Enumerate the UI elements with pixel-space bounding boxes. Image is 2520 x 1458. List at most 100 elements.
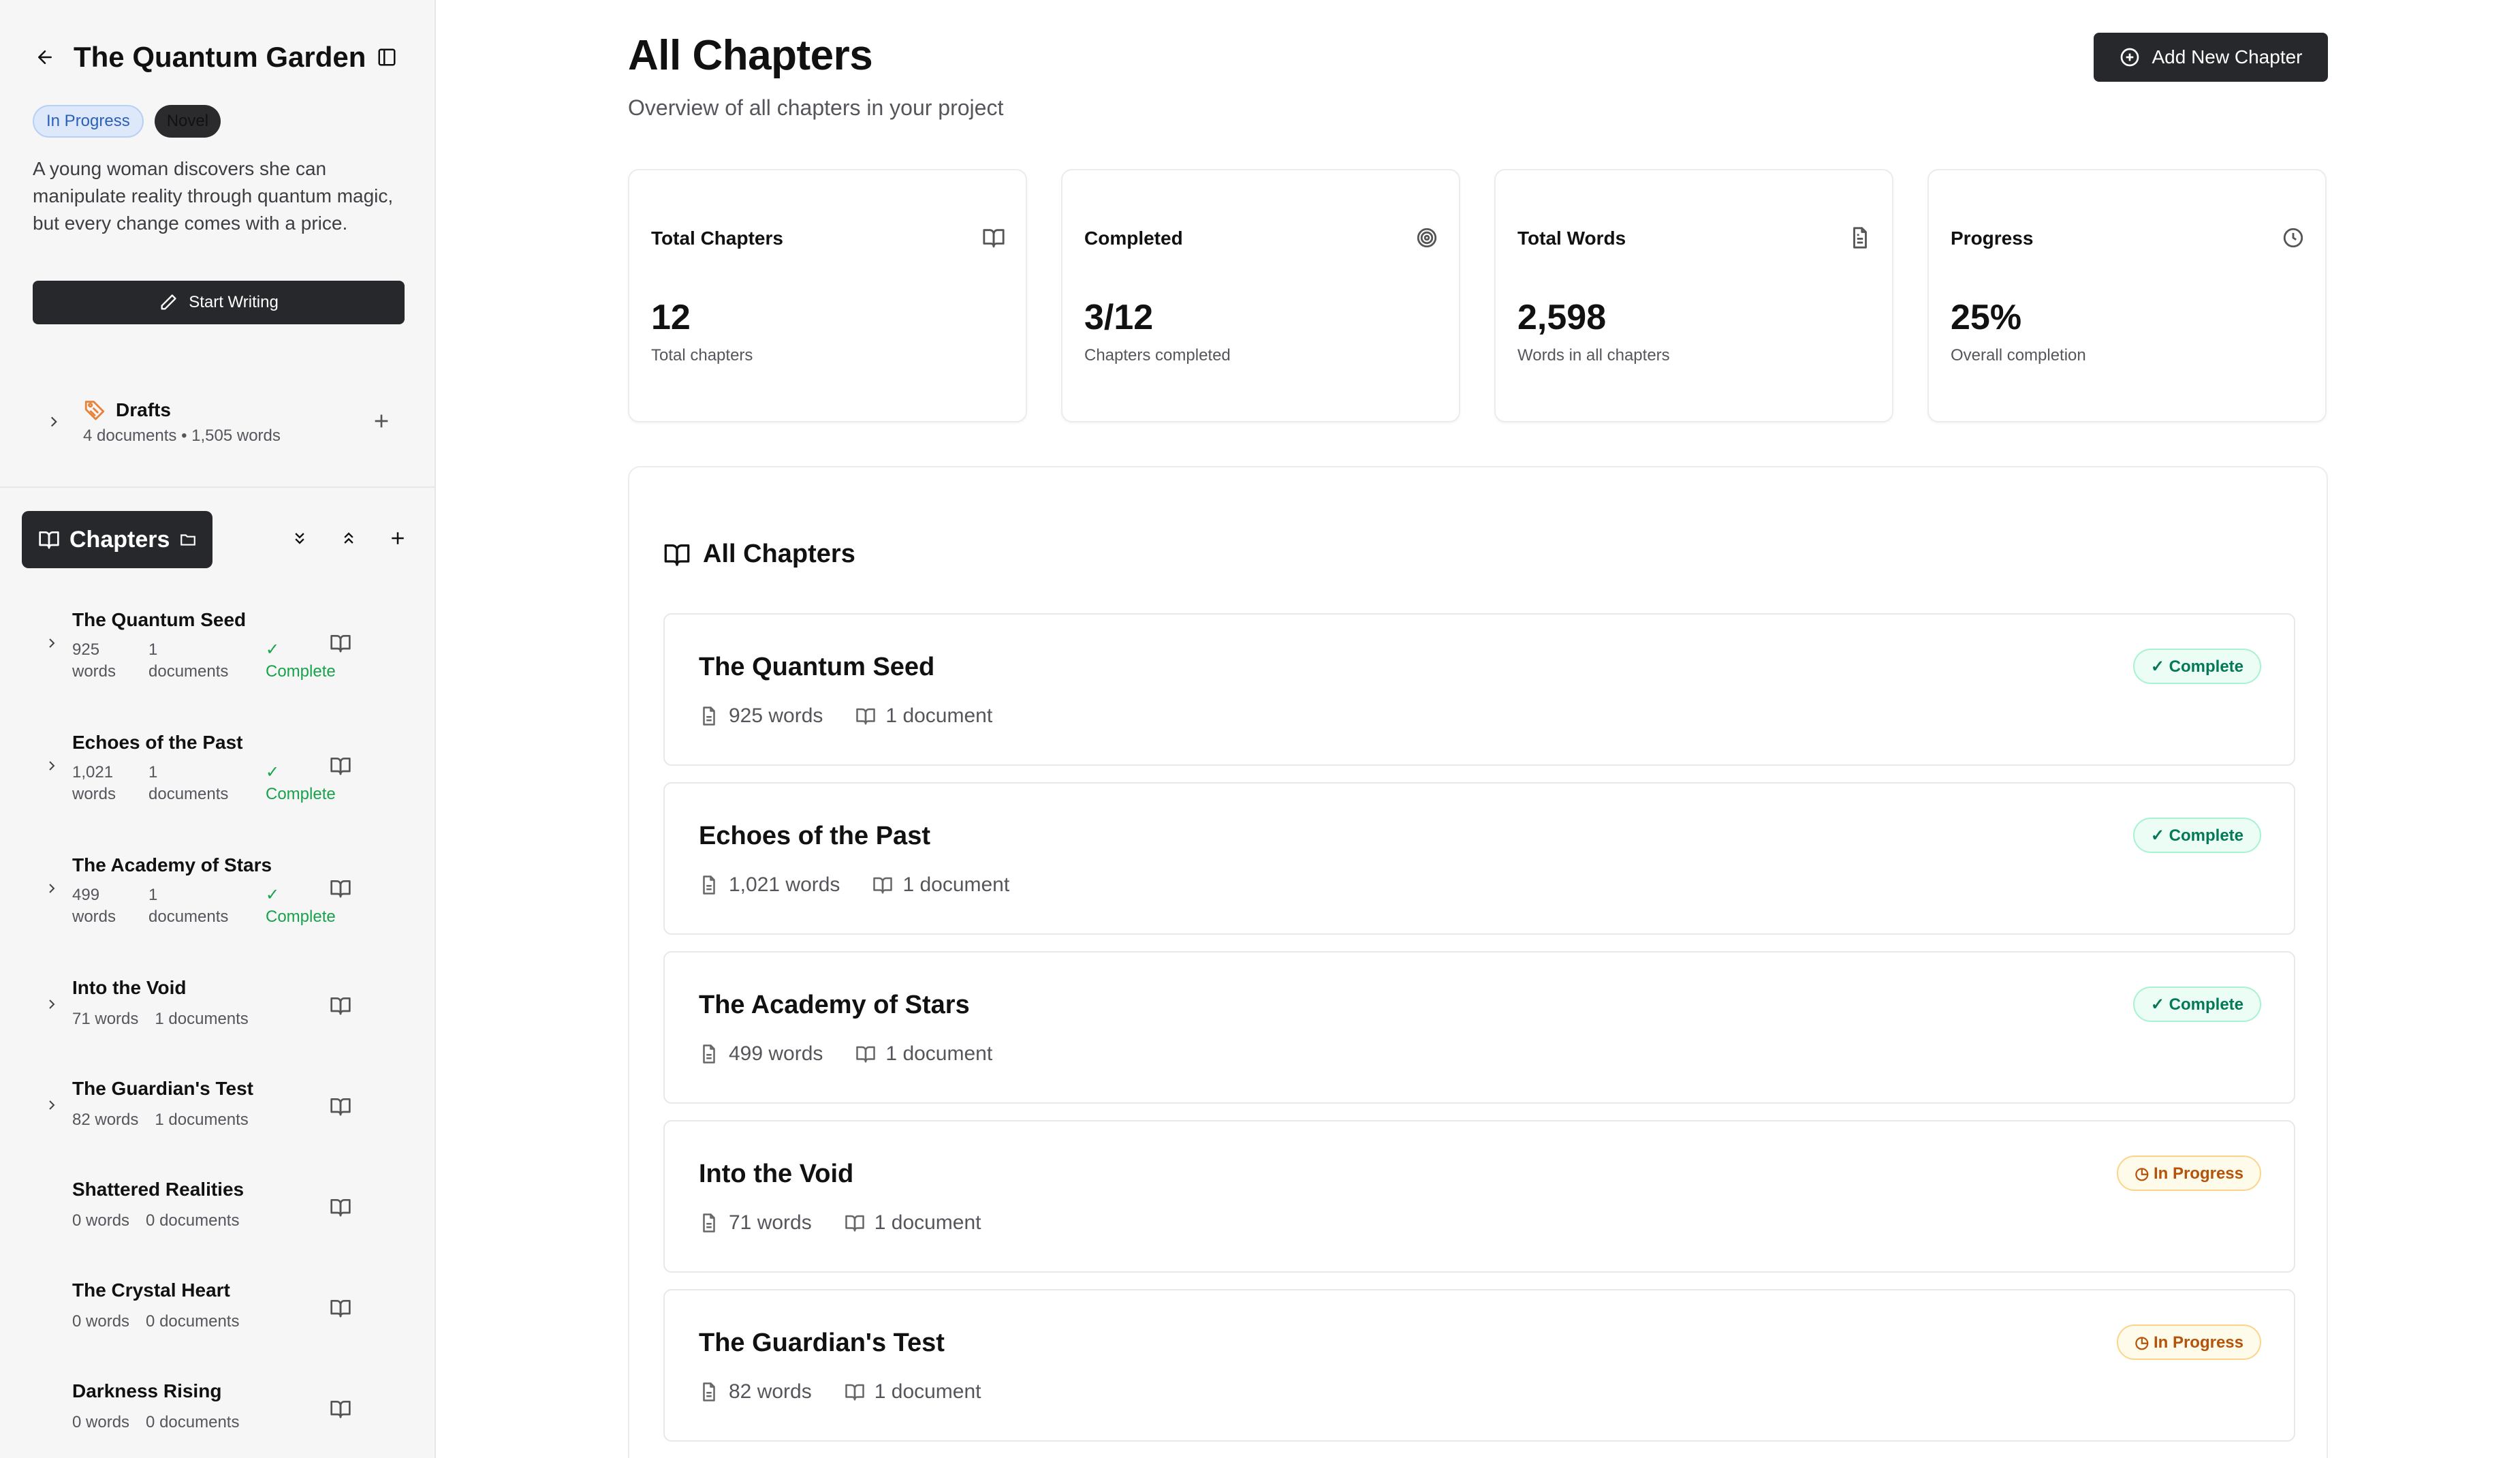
chapter-docs: 0 documents [146, 1312, 240, 1331]
chapter-item[interactable]: Shattered Realities 0 words 0 documents [22, 1157, 415, 1255]
chapters-tab[interactable]: Chapters [22, 511, 212, 568]
word-count: 499 words [699, 1042, 823, 1066]
page-title: All Chapters [628, 32, 873, 79]
sidebar: The Quantum Garden In Progress Novel A y… [0, 0, 436, 1458]
target-icon [1417, 228, 1437, 248]
book-open-icon[interactable] [330, 995, 351, 1017]
chapter-item[interactable]: The Quantum Seed 925 words 1 documents ✓… [22, 587, 415, 707]
status-badge: ✓ Complete [2132, 649, 2261, 684]
chapter-name: Into the Void [72, 977, 187, 998]
chapter-row-title: The Guardian's Test [699, 1329, 945, 1357]
stat-caption: Total chapters [651, 346, 753, 364]
stat-label: Total Words [1517, 228, 1626, 249]
stat-value: 25% [1951, 298, 2022, 337]
chapter-item[interactable]: The Academy of Stars 499 words 1 documen… [22, 833, 415, 952]
chapter-docs: 1 documents [155, 1010, 249, 1028]
chapter-item[interactable]: Into the Void 71 words 1 documents [22, 955, 415, 1053]
drafts-meta: 4 documents • 1,505 words [83, 426, 281, 445]
book-open-icon[interactable] [330, 632, 351, 654]
pencil-icon [161, 294, 176, 310]
chapter-row[interactable]: The Quantum Seed 925 words 1 document ✓ … [663, 613, 2295, 766]
chapter-rows: The Quantum Seed 925 words 1 document ✓ … [663, 613, 2295, 1458]
chapter-row-words: 499 words [729, 1042, 823, 1065]
book-open-icon[interactable] [330, 1096, 351, 1117]
book-open-icon[interactable] [330, 878, 351, 899]
chapter-name: The Quantum Seed [72, 609, 247, 630]
chapter-words: 71 words [72, 1010, 139, 1028]
status-badge: ✓ Complete [2132, 987, 2261, 1022]
chapters-panel-title: All Chapters [703, 540, 855, 568]
chapter-docs: 0 documents [146, 1413, 240, 1431]
chapter-name: Darkness Rising [72, 1380, 222, 1401]
status-badge: ✓ Complete [2132, 818, 2261, 853]
chapter-words: 0 words [72, 1413, 130, 1431]
back-button[interactable] [25, 37, 65, 78]
drafts-section[interactable]: Drafts 4 documents • 1,505 words [22, 382, 415, 465]
book-open-icon[interactable] [330, 755, 351, 777]
chapter-list: The Quantum Seed 925 words 1 documents ✓… [22, 587, 415, 1458]
book-open-icon [39, 531, 59, 549]
chevron-right-icon[interactable] [44, 758, 60, 774]
book-open-icon [856, 1046, 876, 1063]
chapters-tab-label: Chapters [69, 526, 170, 553]
project-badges: In Progress Novel [33, 105, 221, 138]
chevron-right-icon[interactable] [44, 635, 60, 651]
chapter-row[interactable]: Into the Void 71 words 1 document ◷ In P… [663, 1120, 2295, 1273]
chevron-right-icon[interactable] [45, 413, 63, 431]
book-open-icon[interactable] [330, 1398, 351, 1420]
chapter-row-title: The Academy of Stars [699, 991, 970, 1019]
stat-label: Progress [1951, 228, 2034, 249]
add-draft-icon[interactable] [371, 410, 392, 432]
chevron-right-icon[interactable] [44, 1097, 60, 1113]
chapter-meta: 925 words 1 documents ✓ Complete [72, 639, 347, 683]
chapter-docs: 1 documents [148, 763, 229, 803]
chapter-item[interactable]: The Crystal Heart 0 words 0 documents [22, 1258, 415, 1356]
chapter-row-words: 925 words [729, 704, 823, 727]
chapter-meta: 0 words 0 documents [72, 1311, 239, 1333]
book-open-icon [983, 229, 1005, 248]
chapter-name: The Crystal Heart [72, 1279, 230, 1301]
chapter-words: 925 words [72, 640, 116, 681]
add-chapter-sidebar-button[interactable] [380, 521, 415, 556]
drafts-tag-icon [84, 401, 105, 420]
chapter-meta: 0 words 0 documents [72, 1412, 239, 1433]
stat-value: 12 [651, 298, 691, 337]
collapse-all-button[interactable] [331, 521, 366, 556]
add-new-chapter-label: Add New Chapter [2152, 46, 2303, 67]
chapter-row-title: The Quantum Seed [699, 653, 935, 681]
chapter-row[interactable]: The Academy of Stars 499 words 1 documen… [663, 951, 2295, 1104]
file-text-icon [703, 1213, 715, 1232]
stat-card-total-chapters: Total Chapters 12 Total chapters [628, 169, 1027, 422]
chapter-row-words: 82 words [729, 1380, 812, 1403]
chapters-toolbar [282, 521, 415, 556]
chapter-words: 0 words [72, 1211, 130, 1230]
chevron-right-icon[interactable] [44, 996, 60, 1012]
chapter-row-meta: 925 words 1 document [699, 704, 1025, 728]
chapter-item[interactable]: Darkness Rising 0 words 0 documents [22, 1359, 415, 1457]
chapter-row[interactable]: The Guardian's Test 82 words 1 document … [663, 1289, 2295, 1442]
stat-card-total-words: Total Words 2,598 Words in all chapters [1494, 169, 1893, 422]
chapter-row-docs: 1 document [885, 704, 993, 727]
chapter-words: 82 words [72, 1111, 139, 1129]
expand-all-button[interactable] [282, 521, 317, 556]
chapter-row-docs: 1 document [902, 873, 1010, 896]
chevron-right-icon[interactable] [44, 880, 60, 897]
panel-toggle-button[interactable] [377, 47, 397, 67]
chapter-meta: 82 words 1 documents [72, 1109, 249, 1131]
chapter-words: 0 words [72, 1312, 130, 1331]
start-writing-button[interactable]: Start Writing [33, 281, 405, 324]
chapter-docs: 1 documents [148, 640, 229, 681]
plus-circle-icon [2121, 48, 2139, 67]
chevrons-down-icon [295, 533, 304, 544]
add-new-chapter-button[interactable]: Add New Chapter [2094, 33, 2328, 82]
chapter-meta: 1,021 words 1 documents ✓ Complete [72, 762, 347, 805]
chevrons-up-icon [344, 532, 353, 544]
status-badge: ◷ In Progress [2117, 1324, 2261, 1360]
chapter-row[interactable]: Echoes of the Past 1,021 words 1 documen… [663, 782, 2295, 935]
chapter-item[interactable]: The Guardian's Test 82 words 1 documents [22, 1056, 415, 1154]
chapters-panel: All Chapters The Quantum Seed 925 words … [628, 466, 2328, 1458]
word-count: 71 words [699, 1211, 812, 1235]
book-open-icon[interactable] [330, 1297, 351, 1319]
chapter-item[interactable]: Echoes of the Past 1,021 words 1 documen… [22, 710, 415, 830]
book-open-icon[interactable] [330, 1196, 351, 1218]
